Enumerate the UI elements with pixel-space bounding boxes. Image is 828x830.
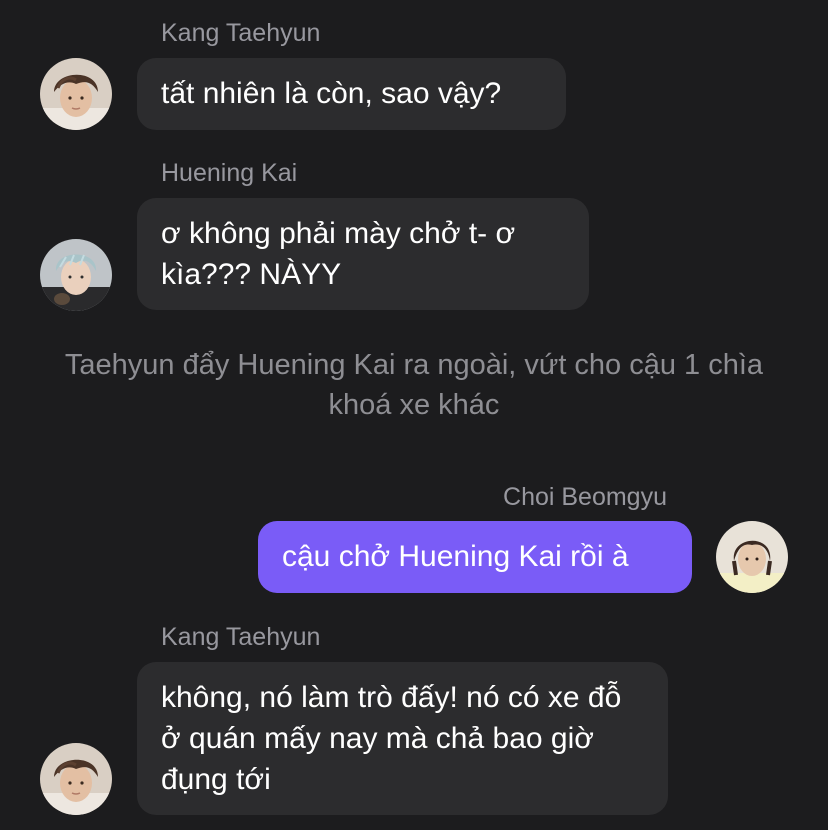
- sender-name-kang-taehyun-2: Kang Taehyun: [161, 623, 321, 651]
- message-bubble-3[interactable]: cậu chở Huening Kai rồi à: [258, 521, 692, 593]
- avatar-kang-taehyun-icon[interactable]: [40, 743, 112, 815]
- sender-name-kang-taehyun: Kang Taehyun: [161, 19, 321, 47]
- narration-text: Taehyun đẩy Huening Kai ra ngoài, vứt ch…: [64, 349, 764, 421]
- message-bubble-4[interactable]: không, nó làm trò đấy! nó có xe đỗ ở quá…: [137, 662, 668, 815]
- message-bubble-2[interactable]: ơ không phải mày chở t- ơ kìa??? NÀYY: [137, 198, 589, 310]
- avatar-huening-kai-icon[interactable]: [40, 239, 112, 311]
- message-bubble-1[interactable]: tất nhiên là còn, sao vậy?: [137, 58, 566, 130]
- sender-name-huening-kai: Huening Kai: [161, 159, 298, 187]
- avatar-kang-taehyun-icon[interactable]: [40, 58, 112, 130]
- chat-screen: Kang Taehyun tất nhiên là còn, sao vậy? …: [0, 0, 828, 830]
- sender-name-choi-beomgyu: Choi Beomgyu: [503, 483, 667, 511]
- avatar-choi-beomgyu-icon[interactable]: [716, 521, 788, 593]
